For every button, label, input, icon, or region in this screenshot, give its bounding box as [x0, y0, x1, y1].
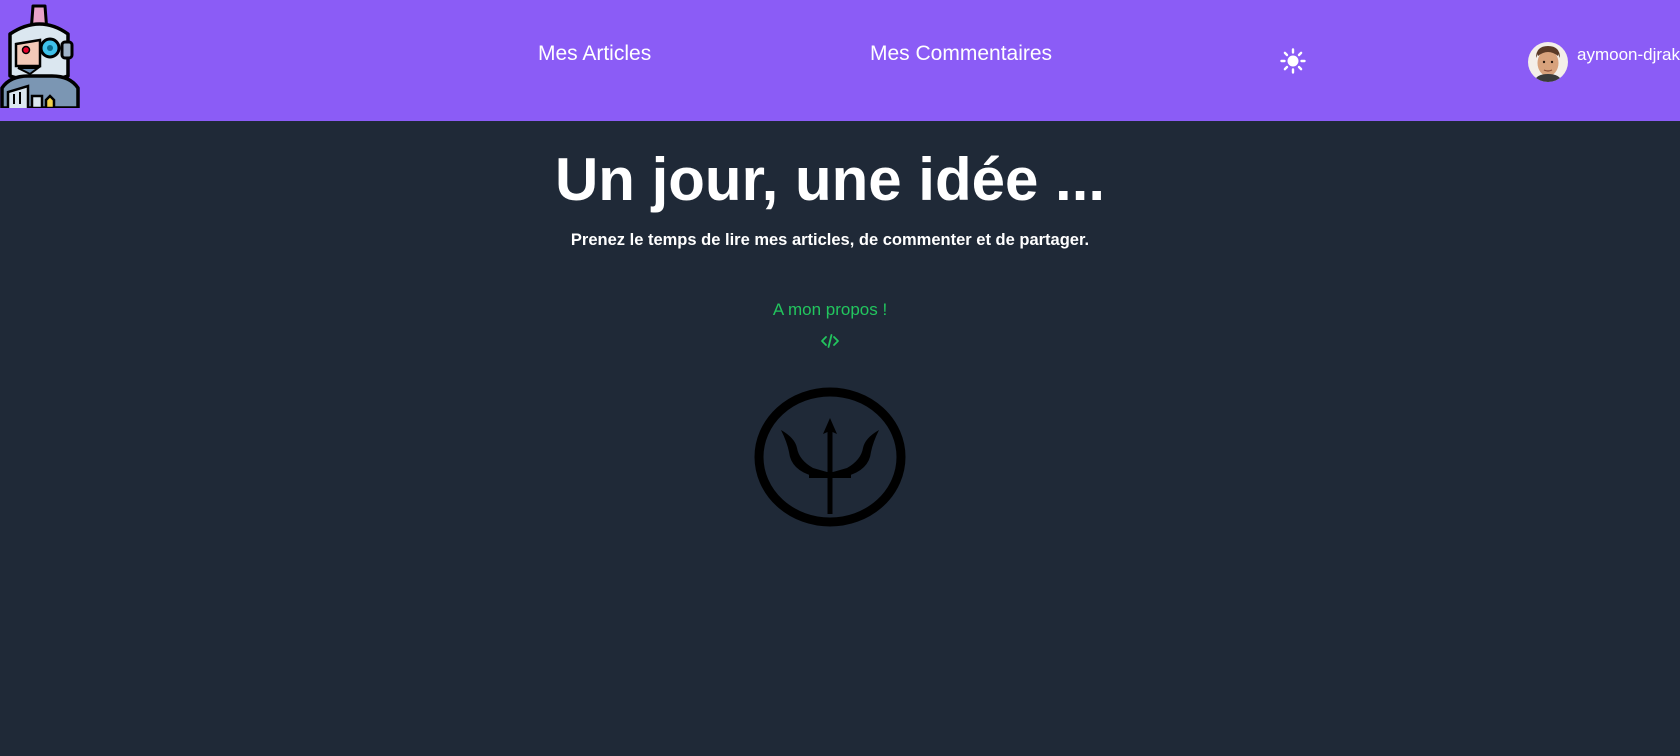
user-menu[interactable]: aymoon-djrak: [1528, 42, 1680, 86]
nav-link-comments[interactable]: Mes Commentaires: [870, 40, 1052, 68]
code-icon: [821, 334, 839, 348]
robot-logo-icon[interactable]: [0, 4, 80, 110]
page-subtitle: Prenez le temps de lire mes articles, de…: [570, 231, 1090, 249]
trident-circle-icon: [754, 387, 906, 527]
theme-toggle-button[interactable]: [1279, 47, 1307, 75]
page-title: Un jour, une idée ...: [554, 146, 1106, 213]
nav-link-articles[interactable]: Mes Articles: [538, 40, 651, 68]
navbar: Mes Articles Mes Commentaires aymoon-djr…: [0, 0, 1680, 121]
user-avatar: [1528, 42, 1568, 82]
sun-icon: [1280, 48, 1306, 74]
about-link[interactable]: A mon propos !: [773, 300, 887, 319]
username: aymoon-djrak: [1577, 45, 1680, 64]
